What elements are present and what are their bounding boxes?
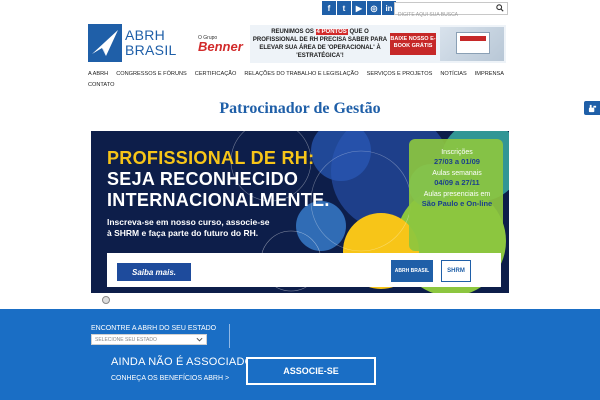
- youtube-icon[interactable]: ▶: [352, 1, 366, 15]
- footer-divider: [229, 324, 230, 348]
- state-select-value: SELECIONE SEU ESTADO: [95, 337, 157, 343]
- chevron-down-icon: [196, 337, 203, 342]
- instagram-icon[interactable]: ◎: [367, 1, 381, 15]
- section-title: Patrocinador de Gestão: [219, 100, 381, 117]
- ad-ebook-button[interactable]: BAIXE NOSSO E-BOOK GRÁTIS: [390, 33, 436, 55]
- search-box: [394, 2, 508, 21]
- nav-item-abrh[interactable]: A ABRH: [88, 71, 108, 78]
- header-ad-banner[interactable]: O Grupo Benner REUNIMOS OS 4 PONTOS QUE …: [194, 25, 506, 63]
- info-value-1: 27/03 a 01/09: [434, 157, 480, 166]
- nav-item-congressos[interactable]: CONGRESSOS E FÓRUNS: [116, 71, 187, 78]
- search-input[interactable]: [395, 9, 495, 21]
- ad-laptop-image: [440, 27, 504, 61]
- main-nav: A ABRH CONGRESSOS E FÓRUNS CERTIFICAÇÃO …: [88, 71, 508, 89]
- hero-banner[interactable]: PROFISSIONAL DE RH: SEJA RECONHECIDO INT…: [91, 131, 509, 293]
- info-label-3: Aulas presenciais em: [423, 191, 491, 198]
- hero-subtitle-1: Inscreva-se em nosso curso, associe-se: [107, 217, 270, 227]
- ad-brand-area: O Grupo Benner: [194, 25, 250, 63]
- find-state-label: ENCONTRE A ABRH DO SEU ESTADO: [91, 325, 217, 332]
- state-select[interactable]: SELECIONE SEU ESTADO: [91, 334, 207, 345]
- hand-sign-icon: [588, 104, 596, 112]
- twitter-icon[interactable]: t: [337, 1, 351, 15]
- hero-headline-3: INTERNACIONALMENTE.: [107, 190, 330, 210]
- not-member-question: AINDA NÃO É ASSOCIADO?: [111, 356, 260, 368]
- hero-partner-logos: ABRH BRASIL SHRM: [391, 259, 487, 283]
- ad-message: REUNIMOS OS 4 PONTOS QUE O PROFISSIONAL …: [252, 28, 388, 60]
- nav-item-certificacao[interactable]: CERTIFICAÇÃO: [195, 71, 237, 78]
- nav-item-imprensa[interactable]: IMPRENSA: [475, 71, 504, 78]
- page: f t ▶ ◎ in ABRH BRASIL O Gr: [0, 0, 600, 400]
- info-value-2: 04/09 a 27/11: [434, 178, 480, 187]
- carousel-dot[interactable]: [102, 296, 110, 304]
- abrh-logo[interactable]: ABRH BRASIL: [88, 24, 177, 62]
- facebook-icon[interactable]: f: [322, 1, 336, 15]
- nav-item-noticias[interactable]: NOTÍCIAS: [440, 71, 466, 78]
- footer-band: ENCONTRE A ABRH DO SEU ESTADO SELECIONE …: [0, 309, 600, 400]
- hero-shrm-logo: SHRM: [441, 260, 471, 282]
- info-label-2: Aulas semanais: [432, 170, 482, 177]
- hero-headline-2: SEJA RECONHECIDO: [107, 169, 299, 189]
- social-links: f t ▶ ◎ in: [322, 1, 396, 15]
- hero-saiba-mais-button[interactable]: Saiba mais.: [117, 263, 191, 281]
- logo-text: ABRH BRASIL: [125, 24, 177, 62]
- logo-line-2: BRASIL: [125, 42, 177, 58]
- top-bar: f t ▶ ◎ in: [0, 0, 600, 21]
- ad-text-before: REUNIMOS OS: [271, 29, 314, 35]
- search-icon[interactable]: [496, 4, 504, 12]
- logo-plane-icon: [88, 24, 122, 62]
- ad-screen: [456, 32, 490, 54]
- hero-info-box: Inscrições 27/03 a 01/09 Aulas semanais …: [415, 149, 499, 212]
- nav-item-servicos[interactable]: SERVIÇOS E PROJETOS: [367, 71, 433, 78]
- info-value-3: São Paulo e On-line: [421, 199, 493, 208]
- logo-line-1: ABRH: [125, 27, 166, 43]
- hero-headline-1: PROFISSIONAL DE RH:: [107, 148, 315, 168]
- nav-item-relacoes[interactable]: RELAÇÕES DO TRABALHO E LEGISLAÇÃO: [244, 71, 358, 78]
- info-label-1: Inscrições: [441, 149, 473, 156]
- benefits-link[interactable]: CONHEÇA OS BENEFÍCIOS ABRH >: [111, 375, 229, 382]
- hero-subtitle-2: à SHRM e faça parte do futuro do RH.: [107, 228, 259, 238]
- nav-item-contato[interactable]: CONTATO: [88, 82, 114, 89]
- accessibility-tab[interactable]: [584, 101, 600, 115]
- ad-brand-name: Benner: [198, 39, 243, 54]
- hero-abrh-logo: ABRH BRASIL: [391, 260, 433, 282]
- associe-se-button[interactable]: ASSOCIE-SE: [246, 357, 376, 385]
- ad-text-highlight: 4 PONTOS: [315, 29, 348, 35]
